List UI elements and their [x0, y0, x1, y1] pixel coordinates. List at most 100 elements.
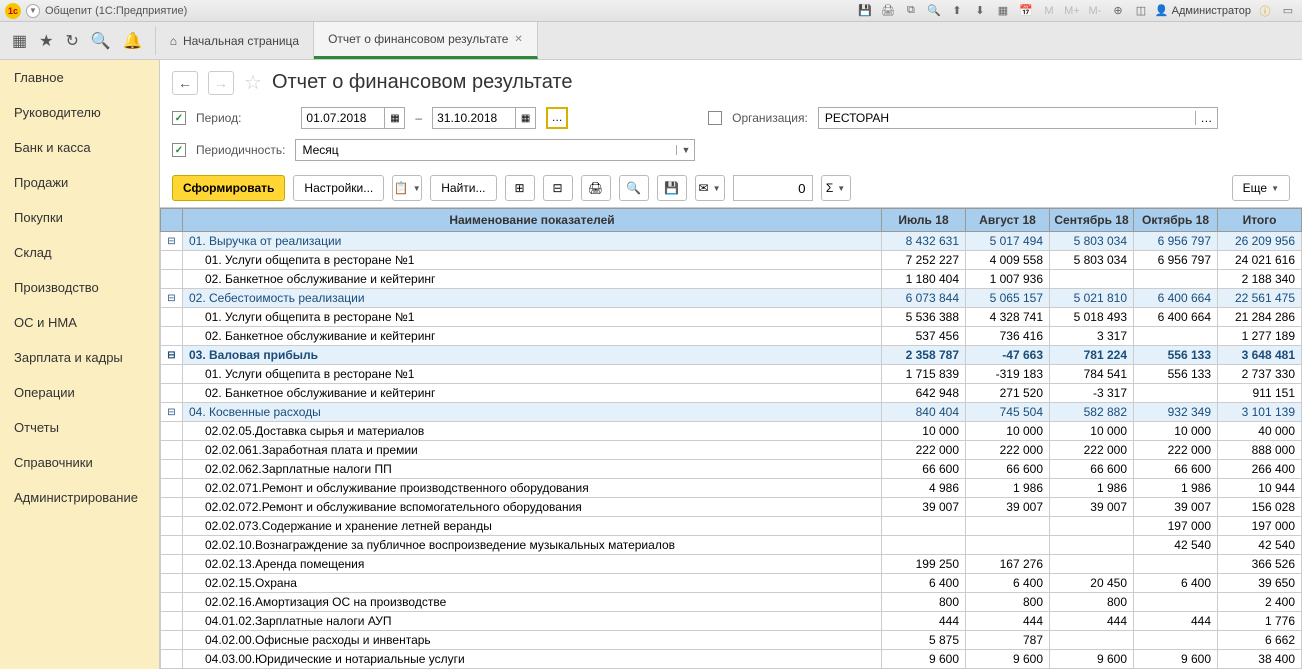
user-label[interactable]: 👤 Администратор — [1155, 4, 1251, 17]
expand-all-button[interactable]: ⊞ — [505, 175, 535, 201]
data-row[interactable]: 04.03.00.Юридические и нотариальные услу… — [161, 650, 1302, 669]
group-row[interactable]: ⊟02. Себестоимость реализации6 073 8445 … — [161, 289, 1302, 308]
preview-icon[interactable]: 🔍 — [925, 2, 943, 20]
tree-toggle-icon[interactable]: ⊟ — [161, 403, 183, 422]
sidebar-item[interactable]: Отчеты — [0, 410, 159, 445]
save-icon[interactable]: 💾 — [856, 2, 874, 20]
variants-button[interactable]: 📋▼ — [392, 175, 422, 201]
memory-m-icon[interactable]: M — [1040, 2, 1058, 20]
sidebar-item[interactable]: Продажи — [0, 165, 159, 200]
data-row[interactable]: 02.02.16.Амортизация ОС на производстве8… — [161, 593, 1302, 612]
data-row[interactable]: 02.02.15.Охрана6 4006 40020 4506 40039 6… — [161, 574, 1302, 593]
sidebar-item[interactable]: Администрирование — [0, 480, 159, 515]
form-button[interactable]: Сформировать — [172, 175, 285, 201]
apps-icon[interactable]: ▦ — [12, 31, 27, 51]
history-icon[interactable]: ↻ — [65, 31, 78, 51]
tab-close-icon[interactable]: ✕ — [514, 34, 522, 45]
sidebar-item[interactable]: Производство — [0, 270, 159, 305]
period-picker-button[interactable]: … — [546, 107, 568, 129]
zoom-icon[interactable]: ⊕ — [1109, 2, 1127, 20]
data-row[interactable]: 02.02.10.Вознаграждение за публичное вос… — [161, 536, 1302, 555]
forward-button[interactable]: → — [208, 71, 234, 95]
dropdown-circle-button[interactable]: ▼ — [26, 4, 40, 18]
periodicity-checkbox[interactable]: ✓ — [172, 143, 186, 157]
doc-down-icon[interactable]: ⬇ — [971, 2, 989, 20]
sidebar-item[interactable]: ОС и НМА — [0, 305, 159, 340]
data-row[interactable]: 02.02.13.Аренда помещения199 250167 2763… — [161, 555, 1302, 574]
memory-mminus-icon[interactable]: M- — [1086, 2, 1104, 20]
sidebar-item[interactable]: Справочники — [0, 445, 159, 480]
column-header[interactable]: Август 18 — [966, 209, 1050, 232]
favorite-icon[interactable]: ★ — [39, 31, 53, 51]
memory-mplus-icon[interactable]: M+ — [1063, 2, 1081, 20]
windows-icon[interactable]: ◫ — [1132, 2, 1150, 20]
column-header[interactable]: Наименование показателей — [183, 209, 882, 232]
column-header[interactable]: Июль 18 — [882, 209, 966, 232]
date-from-calendar-icon[interactable]: ▦ — [385, 107, 405, 129]
group-row[interactable]: ⊟01. Выручка от реализации8 432 6315 017… — [161, 232, 1302, 251]
data-row[interactable]: 01. Услуги общепита в ресторане №11 715 … — [161, 365, 1302, 384]
report-grid[interactable]: Наименование показателейИюль 18Август 18… — [160, 207, 1302, 669]
data-row[interactable]: 02.02.071.Ремонт и обслуживание производ… — [161, 479, 1302, 498]
date-from-input[interactable] — [301, 107, 385, 129]
tree-toggle-icon[interactable]: ⊟ — [161, 232, 183, 251]
bell-icon[interactable]: 🔔 — [123, 31, 143, 51]
data-row[interactable]: 02. Банкетное обслуживание и кейтеринг64… — [161, 384, 1302, 403]
group-row[interactable]: ⊟04. Косвенные расходы840 404745 504582 … — [161, 403, 1302, 422]
back-button[interactable]: ← — [172, 71, 198, 95]
find-button[interactable]: Найти... — [430, 175, 496, 201]
compare-icon[interactable]: ⧉ — [902, 2, 920, 20]
save-button[interactable]: 💾 — [657, 175, 687, 201]
data-row[interactable]: 01. Услуги общепита в ресторане №17 252 … — [161, 251, 1302, 270]
sidebar-item[interactable]: Руководителю — [0, 95, 159, 130]
org-value[interactable]: РЕСТОРАН — [819, 111, 1195, 125]
more-button[interactable]: Еще▼ — [1232, 175, 1290, 201]
data-row[interactable]: 02. Банкетное обслуживание и кейтеринг53… — [161, 327, 1302, 346]
calc-icon[interactable]: ▦ — [994, 2, 1012, 20]
tab-home[interactable]: ⌂ Начальная страница — [156, 22, 314, 59]
date-to-calendar-icon[interactable]: ▦ — [516, 107, 536, 129]
period-checkbox[interactable]: ✓ — [172, 111, 186, 125]
calendar-icon[interactable]: 📅 — [1017, 2, 1035, 20]
data-row[interactable]: 02.02.061.Заработная плата и премии222 0… — [161, 441, 1302, 460]
org-checkbox[interactable]: ✓ — [708, 111, 722, 125]
cell-value: 266 400 — [1218, 460, 1302, 479]
doc-up-icon[interactable]: ⬆ — [948, 2, 966, 20]
sum-button[interactable]: Σ▼ — [821, 175, 851, 201]
date-to-input[interactable] — [432, 107, 516, 129]
mail-button[interactable]: ✉▼ — [695, 175, 725, 201]
column-header[interactable]: Сентябрь 18 — [1050, 209, 1134, 232]
tree-toggle-icon[interactable]: ⊟ — [161, 289, 183, 308]
sidebar-item[interactable]: Зарплата и кадры — [0, 340, 159, 375]
column-header[interactable]: Итого — [1218, 209, 1302, 232]
data-row[interactable]: 02.02.05.Доставка сырья и материалов10 0… — [161, 422, 1302, 441]
print-icon[interactable]: 🖨 — [879, 2, 897, 20]
print-button[interactable]: 🖨 — [581, 175, 611, 201]
data-row[interactable]: 04.02.00.Офисные расходы и инвентарь5 87… — [161, 631, 1302, 650]
sidebar-item[interactable]: Покупки — [0, 200, 159, 235]
data-row[interactable]: 02.02.072.Ремонт и обслуживание вспомога… — [161, 498, 1302, 517]
sidebar-item[interactable]: Главное — [0, 60, 159, 95]
sidebar-item[interactable]: Банк и касса — [0, 130, 159, 165]
data-row[interactable]: 04.01.02.Зарплатные налоги АУП4444444444… — [161, 612, 1302, 631]
search-icon[interactable]: 🔍 — [91, 31, 111, 51]
group-row[interactable]: ⊟03. Валовая прибыль2 358 787-47 663781 … — [161, 346, 1302, 365]
collapse-all-button[interactable]: ⊟ — [543, 175, 573, 201]
minimize-icon[interactable]: ▭ — [1279, 2, 1297, 20]
org-picker-button[interactable]: … — [1195, 111, 1217, 125]
settings-button[interactable]: Настройки... — [293, 175, 384, 201]
star-icon[interactable]: ☆ — [244, 70, 262, 95]
data-row[interactable]: 02. Банкетное обслуживание и кейтеринг1 … — [161, 270, 1302, 289]
info-icon[interactable]: ⓘ — [1256, 2, 1274, 20]
zoom-input[interactable] — [733, 175, 813, 201]
tab-report[interactable]: Отчет о финансовом результате ✕ — [314, 22, 538, 59]
column-header[interactable]: Октябрь 18 — [1134, 209, 1218, 232]
tree-toggle-icon[interactable]: ⊟ — [161, 346, 183, 365]
periodicity-select[interactable]: Месяц ▼ — [295, 139, 695, 161]
sidebar-item[interactable]: Операции — [0, 375, 159, 410]
data-row[interactable]: 01. Услуги общепита в ресторане №15 536 … — [161, 308, 1302, 327]
sidebar-item[interactable]: Склад — [0, 235, 159, 270]
data-row[interactable]: 02.02.062.Зарплатные налоги ПП66 60066 6… — [161, 460, 1302, 479]
preview-button[interactable]: 🔍 — [619, 175, 649, 201]
data-row[interactable]: 02.02.073.Содержание и хранение летней в… — [161, 517, 1302, 536]
